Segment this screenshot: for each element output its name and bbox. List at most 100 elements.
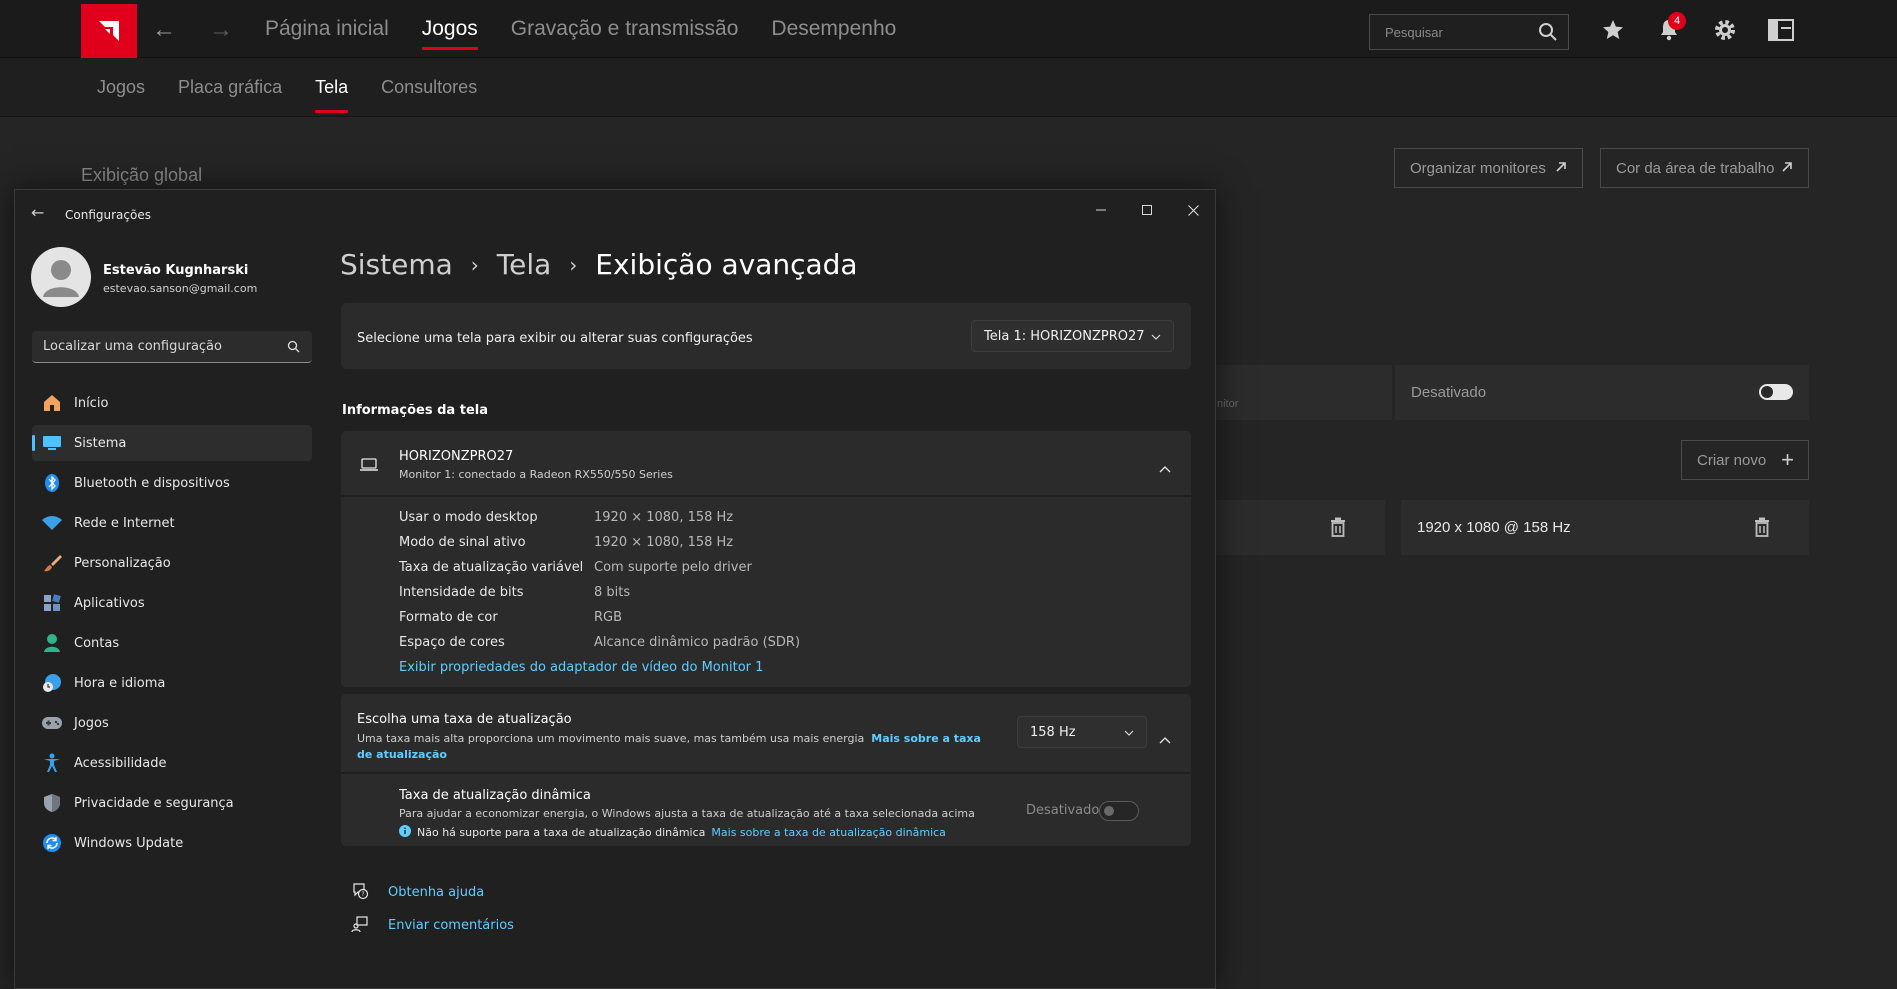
- tab-gravacao[interactable]: Gravação e transmissão: [511, 0, 739, 58]
- adapter-properties-link[interactable]: Exibir propriedades do adaptador de víde…: [399, 660, 763, 675]
- sidebar-item-personalizacao[interactable]: Personalização: [32, 545, 312, 581]
- tab-pagina-inicial[interactable]: Página inicial: [265, 0, 389, 58]
- back-arrow-icon[interactable]: ←: [152, 18, 176, 42]
- send-feedback-link[interactable]: Enviar comentários: [351, 916, 514, 933]
- avatar[interactable]: [31, 247, 91, 307]
- info-label: Espaço de cores: [399, 635, 505, 650]
- selected-display-value: Tela 1: HORIZONZPRO27: [984, 328, 1145, 344]
- home-icon: [42, 393, 62, 413]
- subtab-jogos[interactable]: Jogos: [97, 58, 145, 117]
- sidebar-item-inicio[interactable]: Início: [32, 385, 312, 421]
- dynamic-refresh-desc: Para ajudar a economizar energia, o Wind…: [399, 807, 975, 820]
- sidebar-item-label: Jogos: [74, 715, 109, 731]
- info-value: Alcance dinâmico padrão (SDR): [594, 635, 801, 650]
- refresh-rate-title: Escolha uma taxa de atualização: [357, 712, 572, 727]
- chevron-up-icon[interactable]: [1159, 458, 1171, 477]
- dynamic-refresh-note: Não há suporte para a taxa de atualizaçã…: [399, 825, 946, 840]
- search-icon[interactable]: [1538, 22, 1558, 45]
- sidebar-item-bluetooth[interactable]: Bluetooth e dispositivos: [32, 465, 312, 501]
- get-help-link[interactable]: ? Obtenha ajuda: [353, 883, 485, 900]
- info-value: RGB: [594, 610, 623, 625]
- tab-desempenho[interactable]: Desempenho: [771, 0, 896, 58]
- sidebar-item-label: Windows Update: [74, 835, 184, 851]
- find-setting-placeholder: Localizar uma configuração: [43, 339, 222, 354]
- sidebar-item-windows-update[interactable]: Windows Update: [32, 825, 312, 861]
- close-icon[interactable]: [1178, 198, 1208, 222]
- amd-sub-bar: Jogos Placa gráfica Tela Consultores: [0, 58, 1897, 117]
- panel-layout-icon[interactable]: [1768, 17, 1794, 43]
- get-help-label: Obtenha ajuda: [388, 885, 485, 900]
- sidebar-item-sistema[interactable]: Sistema: [32, 425, 312, 461]
- breadcrumb: Sistema › Tela › Exibição avançada: [340, 248, 858, 281]
- sidebar-item-hora-idioma[interactable]: Hora e idioma: [32, 665, 312, 701]
- sidebar-item-label: Aplicativos: [74, 595, 145, 611]
- sidebar-item-aplicativos[interactable]: Aplicativos: [32, 585, 312, 621]
- create-new-button[interactable]: Criar novo +: [1681, 440, 1809, 480]
- star-icon[interactable]: [1600, 17, 1626, 43]
- back-arrow-icon[interactable]: ←: [31, 203, 44, 222]
- breadcrumb-sistema[interactable]: Sistema: [340, 248, 453, 281]
- subtab-placa-grafica[interactable]: Placa gráfica: [178, 58, 282, 117]
- forward-arrow-icon[interactable]: →: [209, 18, 233, 42]
- amd-global-display-title: Exibição global: [81, 165, 203, 185]
- amd-search-input[interactable]: Pesquisar: [1369, 14, 1569, 50]
- amd-toggle-switch[interactable]: [1759, 384, 1793, 400]
- amd-resolution-card: 1920 x 1080 @ 158 Hz: [1401, 500, 1809, 555]
- organize-monitors-button[interactable]: Organizar monitores: [1394, 148, 1583, 188]
- sidebar-item-label: Privacidade e segurança: [74, 795, 234, 811]
- subtab-consultores[interactable]: Consultores: [381, 58, 477, 117]
- info-icon: [399, 825, 411, 840]
- sidebar-item-privacidade[interactable]: Privacidade e segurança: [32, 785, 312, 821]
- refresh-rate-dropdown[interactable]: 158 Hz: [1017, 716, 1147, 748]
- external-link-icon: [1780, 160, 1794, 178]
- sidebar-item-label: Rede e Internet: [74, 515, 175, 531]
- search-icon[interactable]: [287, 340, 300, 357]
- breadcrumb-tela[interactable]: Tela: [497, 248, 552, 281]
- sidebar-item-label: Início: [74, 395, 109, 411]
- dynamic-refresh-panel: Taxa de atualização dinâmica Para ajudar…: [341, 774, 1191, 846]
- svg-text:?: ?: [361, 891, 364, 898]
- update-icon: [42, 833, 62, 853]
- desktop-color-button[interactable]: Cor da área de trabalho: [1600, 148, 1809, 188]
- user-silhouette-icon: [43, 260, 79, 297]
- organize-monitors-label: Organizar monitores: [1410, 159, 1546, 177]
- gear-icon[interactable]: [1712, 17, 1738, 43]
- trash-icon[interactable]: [1330, 517, 1346, 542]
- trash-icon[interactable]: [1754, 517, 1770, 542]
- display-select-dropdown[interactable]: Tela 1: HORIZONZPRO27: [971, 320, 1174, 352]
- amd-toggle-card: Desativado: [1395, 365, 1809, 420]
- refresh-rate-desc: Uma taxa mais alta proporciona um movime…: [357, 731, 997, 763]
- sidebar-item-acessibilidade[interactable]: Acessibilidade: [32, 745, 312, 781]
- refresh-rate-value: 158 Hz: [1030, 724, 1076, 740]
- brush-icon: [42, 553, 62, 573]
- dynamic-refresh-title: Taxa de atualização dinâmica: [399, 788, 591, 803]
- amd-main-tabs: Página inicial Jogos Gravação e transmis…: [265, 0, 896, 58]
- notification-badge: 4: [1668, 12, 1686, 30]
- apps-icon: [42, 593, 62, 613]
- info-label: Usar o modo desktop: [399, 510, 538, 525]
- amd-resolution-label: 1920 x 1080 @ 158 Hz: [1417, 519, 1571, 536]
- info-value: 8 bits: [594, 585, 631, 600]
- amd-logo[interactable]: [81, 4, 137, 58]
- chevron-up-icon[interactable]: [1159, 729, 1171, 748]
- info-value: Com suporte pelo driver: [594, 560, 752, 575]
- sidebar-item-label: Hora e idioma: [74, 675, 166, 691]
- maximize-icon[interactable]: [1132, 198, 1162, 222]
- dynamic-refresh-state: Desativado: [1026, 803, 1100, 818]
- subtab-tela[interactable]: Tela: [315, 58, 349, 117]
- sidebar-item-rede[interactable]: Rede e Internet: [32, 505, 312, 541]
- dynamic-refresh-toggle[interactable]: [1099, 801, 1139, 821]
- tab-jogos[interactable]: Jogos: [421, 0, 478, 58]
- sidebar-item-contas[interactable]: Contas: [32, 625, 312, 661]
- minimize-icon[interactable]: [1086, 198, 1116, 222]
- find-setting-input[interactable]: Localizar uma configuração: [32, 331, 312, 363]
- page-title: Exibição avançada: [595, 248, 858, 281]
- refresh-rate-panel: Escolha uma taxa de atualização Uma taxa…: [341, 694, 1191, 772]
- monitor-header[interactable]: HORIZONZPRO27 Monitor 1: conectado a Rad…: [341, 431, 1191, 495]
- sidebar-item-jogos[interactable]: Jogos: [32, 705, 312, 741]
- sidebar-item-label: Bluetooth e dispositivos: [74, 475, 230, 491]
- amd-logo-icon: [99, 21, 119, 41]
- help-chat-icon: ?: [351, 882, 369, 904]
- dynamic-refresh-more-link[interactable]: Mais sobre a taxa de atualização dinâmic…: [711, 826, 946, 839]
- amd-partial-text: nitor: [1217, 398, 1239, 410]
